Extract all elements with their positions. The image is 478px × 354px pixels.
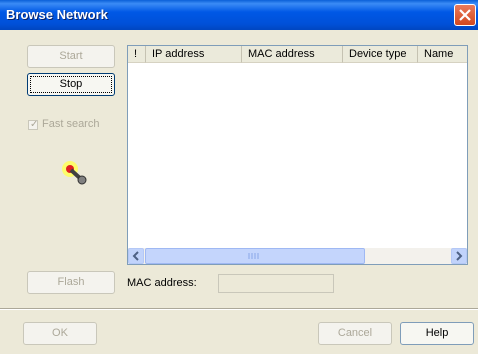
help-button[interactable]: Help	[400, 322, 474, 345]
column-header-status[interactable]: !	[128, 46, 146, 63]
chevron-left-icon	[132, 251, 139, 261]
wait-cursor-icon	[62, 161, 87, 185]
title-bar: Browse Network	[0, 0, 478, 30]
scrollbar-thumb[interactable]	[145, 248, 365, 264]
device-list[interactable]: ! IP address MAC address Device type Nam…	[127, 45, 468, 265]
flash-button[interactable]: Flash	[27, 271, 115, 294]
scroll-left-button[interactable]	[128, 248, 144, 264]
column-header-device-type[interactable]: Device type	[343, 46, 418, 63]
horizontal-scrollbar[interactable]	[128, 248, 467, 264]
separator	[0, 308, 478, 310]
close-button[interactable]	[454, 4, 476, 26]
column-header-name[interactable]: Name	[418, 46, 467, 63]
fast-search-label: Fast search	[42, 118, 100, 130]
ok-button[interactable]: OK	[23, 322, 97, 345]
scroll-right-button[interactable]	[451, 248, 467, 264]
mac-address-field[interactable]	[218, 274, 334, 293]
browse-network-dialog: Browse Network Start Stop ✓ Fast search …	[0, 0, 478, 354]
column-header-mac-address[interactable]: MAC address	[242, 46, 343, 63]
close-icon	[459, 9, 471, 21]
fast-search-checkbox[interactable]: ✓	[28, 119, 39, 130]
mac-address-label: MAC address:	[127, 277, 197, 289]
grip-icon	[248, 253, 259, 259]
column-header-ip-address[interactable]: IP address	[146, 46, 242, 63]
cancel-button[interactable]: Cancel	[318, 322, 392, 345]
start-button[interactable]: Start	[27, 45, 115, 68]
stop-button[interactable]: Stop	[27, 73, 115, 96]
window-title: Browse Network	[6, 7, 108, 22]
chevron-right-icon	[456, 251, 463, 261]
checkmark-icon: ✓	[30, 119, 39, 130]
